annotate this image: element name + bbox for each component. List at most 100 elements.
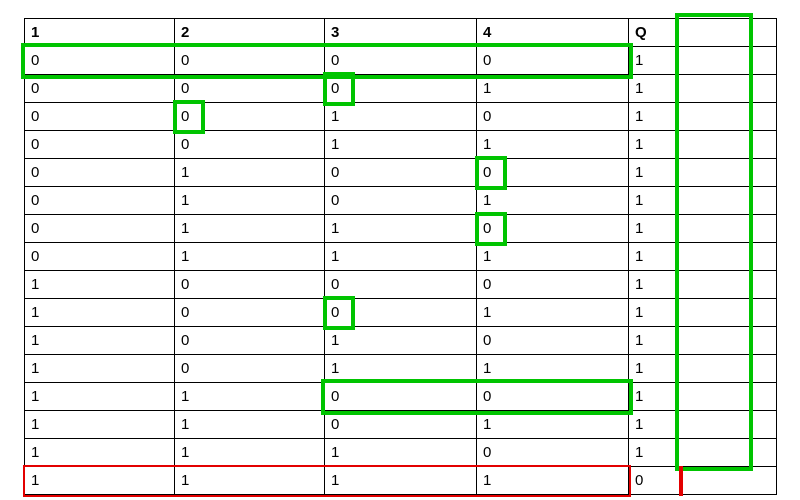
- table-row: 11001: [25, 383, 777, 411]
- cell-c1: 1: [25, 271, 175, 299]
- cell-cq: 1: [629, 215, 777, 243]
- cell-c1: 1: [25, 355, 175, 383]
- cell-c1: 0: [25, 47, 175, 75]
- cell-c2: 0: [175, 271, 325, 299]
- cell-c4: 1: [477, 243, 629, 271]
- cell-c3: 0: [325, 271, 477, 299]
- cell-c1: 1: [25, 439, 175, 467]
- cell-c3: 1: [325, 467, 477, 495]
- cell-c4: 0: [477, 215, 629, 243]
- cell-c2: 0: [175, 131, 325, 159]
- cell-c4: 1: [477, 75, 629, 103]
- cell-c1: 0: [25, 187, 175, 215]
- cell-c4: 1: [477, 355, 629, 383]
- header-col-3: 3: [325, 19, 477, 47]
- cell-c2: 1: [175, 411, 325, 439]
- table-row: 11011: [25, 411, 777, 439]
- cell-cq: 1: [629, 439, 777, 467]
- cell-cq: 1: [629, 103, 777, 131]
- table-row: 10111: [25, 355, 777, 383]
- cell-c2: 1: [175, 439, 325, 467]
- table-row: 01001: [25, 159, 777, 187]
- cell-c2: 1: [175, 243, 325, 271]
- cell-c3: 0: [325, 159, 477, 187]
- cell-c3: 1: [325, 327, 477, 355]
- header-col-1: 1: [25, 19, 175, 47]
- table-row: 10001: [25, 271, 777, 299]
- table-row: 01111: [25, 243, 777, 271]
- cell-c1: 0: [25, 131, 175, 159]
- truth-table: 1 2 3 4 Q 000010001100101001110100101011…: [24, 18, 777, 495]
- cell-c1: 1: [25, 411, 175, 439]
- cell-c3: 1: [325, 103, 477, 131]
- cell-c2: 0: [175, 47, 325, 75]
- table-row: 00101: [25, 103, 777, 131]
- cell-cq: 1: [629, 75, 777, 103]
- cell-c4: 1: [477, 187, 629, 215]
- cell-c1: 0: [25, 75, 175, 103]
- cell-c3: 0: [325, 411, 477, 439]
- cell-cq: 1: [629, 187, 777, 215]
- cell-cq: 1: [629, 243, 777, 271]
- cell-c1: 1: [25, 299, 175, 327]
- cell-c4: 0: [477, 439, 629, 467]
- cell-c3: 0: [325, 383, 477, 411]
- cell-cq: 1: [629, 327, 777, 355]
- cell-c2: 0: [175, 103, 325, 131]
- header-row: 1 2 3 4 Q: [25, 19, 777, 47]
- cell-c3: 0: [325, 75, 477, 103]
- header-col-4: 4: [477, 19, 629, 47]
- cell-c4: 0: [477, 271, 629, 299]
- table-row: 00011: [25, 75, 777, 103]
- cell-c1: 0: [25, 243, 175, 271]
- cell-cq: 1: [629, 271, 777, 299]
- cell-cq: 1: [629, 47, 777, 75]
- cell-c3: 1: [325, 243, 477, 271]
- cell-c2: 0: [175, 75, 325, 103]
- cell-c2: 1: [175, 159, 325, 187]
- cell-cq: 1: [629, 159, 777, 187]
- cell-c4: 1: [477, 467, 629, 495]
- cell-c3: 1: [325, 355, 477, 383]
- table-row: 10101: [25, 327, 777, 355]
- table-row: 01011: [25, 187, 777, 215]
- cell-c4: 0: [477, 103, 629, 131]
- cell-c1: 1: [25, 467, 175, 495]
- table-row: 11110: [25, 467, 777, 495]
- header-col-q: Q: [629, 19, 777, 47]
- cell-c1: 1: [25, 383, 175, 411]
- cell-c3: 1: [325, 439, 477, 467]
- cell-c3: 0: [325, 187, 477, 215]
- cell-cq: 1: [629, 131, 777, 159]
- header-col-2: 2: [175, 19, 325, 47]
- table-row: 00001: [25, 47, 777, 75]
- table-row: 11101: [25, 439, 777, 467]
- cell-c2: 1: [175, 383, 325, 411]
- cell-c1: 0: [25, 159, 175, 187]
- table-row: 00111: [25, 131, 777, 159]
- cell-c4: 0: [477, 327, 629, 355]
- cell-c3: 1: [325, 215, 477, 243]
- cell-c2: 1: [175, 215, 325, 243]
- cell-cq: 1: [629, 299, 777, 327]
- cell-c2: 1: [175, 187, 325, 215]
- cell-c4: 0: [477, 47, 629, 75]
- cell-c1: 1: [25, 327, 175, 355]
- cell-c2: 0: [175, 355, 325, 383]
- cell-c2: 1: [175, 467, 325, 495]
- cell-c4: 0: [477, 383, 629, 411]
- cell-c1: 0: [25, 215, 175, 243]
- table-row: 10011: [25, 299, 777, 327]
- cell-c3: 0: [325, 299, 477, 327]
- cell-c4: 1: [477, 411, 629, 439]
- cell-c4: 1: [477, 131, 629, 159]
- cell-cq: 1: [629, 411, 777, 439]
- cell-c1: 0: [25, 103, 175, 131]
- cell-c3: 0: [325, 47, 477, 75]
- cell-cq: 0: [629, 467, 777, 495]
- cell-c4: 0: [477, 159, 629, 187]
- cell-c2: 0: [175, 299, 325, 327]
- cell-c4: 1: [477, 299, 629, 327]
- table-row: 01101: [25, 215, 777, 243]
- cell-cq: 1: [629, 355, 777, 383]
